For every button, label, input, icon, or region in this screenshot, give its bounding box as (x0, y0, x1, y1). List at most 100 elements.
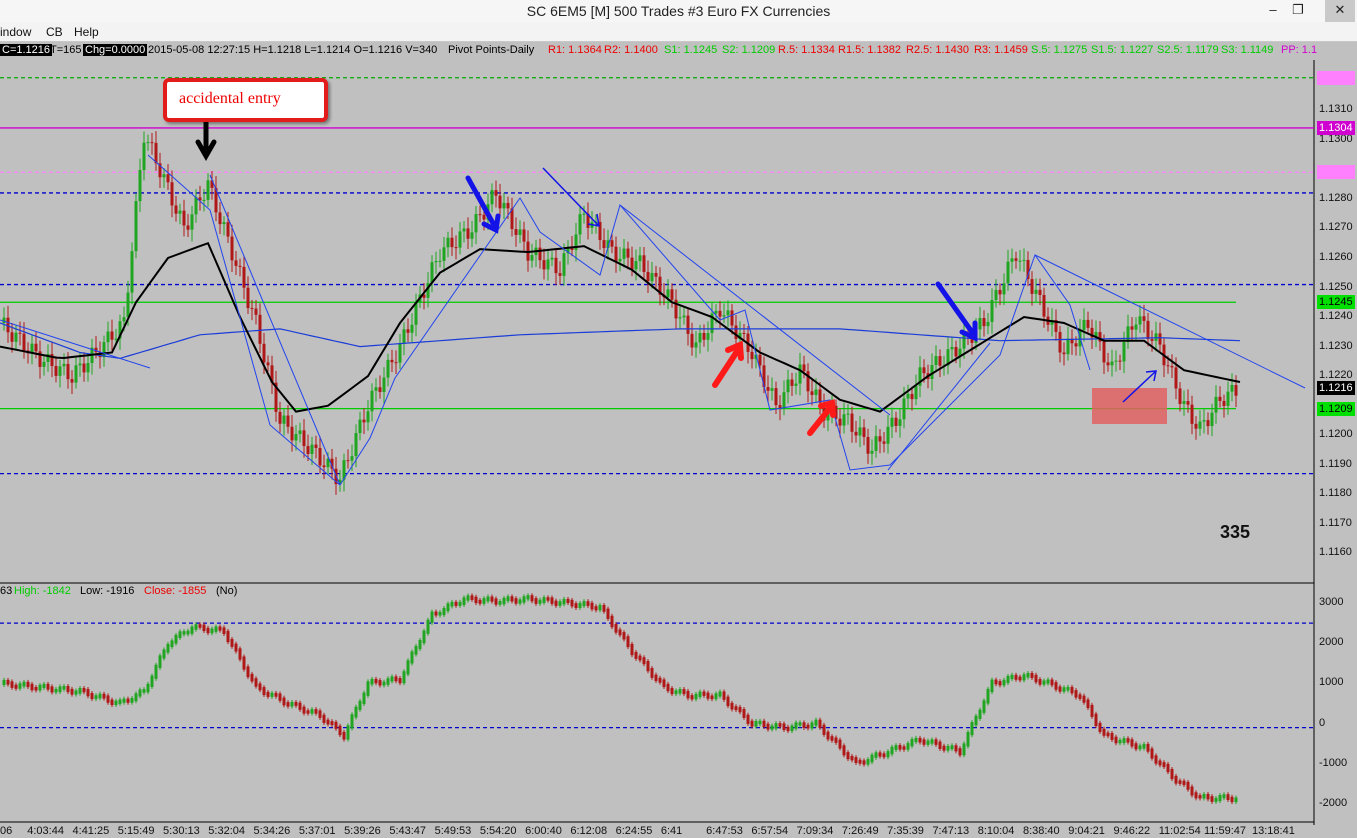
price-candle (1042, 294, 1046, 317)
indicator-candle (10, 681, 14, 688)
chart-canvas[interactable] (0, 60, 1357, 825)
indicator-candle (1082, 695, 1086, 703)
price-candle (694, 342, 698, 348)
price-candle (58, 366, 62, 376)
price-candle (1106, 362, 1110, 366)
pivot-s2: S2: 1.1209 (722, 44, 776, 56)
pivot-r25: R2.5: 1.1430 (906, 44, 969, 56)
price-candle (266, 362, 270, 366)
price-candle (82, 363, 86, 373)
close-button[interactable]: ✕ (1325, 0, 1355, 22)
indicator-candle (970, 722, 974, 736)
price-candle (538, 247, 542, 261)
price-candle (370, 390, 374, 412)
indicator-candle (146, 683, 150, 693)
indicator-candle (278, 693, 282, 701)
window-title: SC 6EM5 [M] 500 Trades #3 Euro FX Curren… (526, 3, 831, 19)
indicator-candle (214, 626, 218, 632)
time-axis-label: 8:10:04 (977, 825, 1015, 837)
indicator-candle (366, 681, 370, 696)
price-candle (102, 342, 106, 358)
indicator-candle (942, 745, 946, 751)
indicator-candle (150, 675, 154, 688)
indicator-candle (98, 693, 102, 699)
restore-button[interactable]: ❐ (1283, 0, 1313, 22)
time-axis-label: 5:39:26 (344, 825, 381, 837)
indicator-candle (1006, 675, 1010, 684)
indicator-candle (1110, 733, 1114, 740)
price-candle (730, 310, 734, 326)
indicator-candle (1234, 797, 1238, 803)
indicator-candle (34, 687, 38, 691)
indicator-candle (202, 624, 206, 632)
indicator-candle (190, 626, 194, 634)
indicator-candle (494, 598, 498, 605)
price-candles (2, 131, 1238, 495)
price-axis-label: 1.1260 (1319, 250, 1353, 263)
indicator-candle (566, 598, 570, 604)
price-candle (478, 214, 482, 216)
price-candle (998, 289, 1002, 295)
price-candle (190, 214, 194, 230)
indicator-high: High: -1842 (14, 585, 71, 597)
price-candle (870, 450, 874, 454)
indicator-candle (1062, 687, 1066, 692)
price-candle (1138, 316, 1142, 325)
indicator-candle (114, 700, 118, 706)
menu-help[interactable]: Help (74, 25, 99, 39)
indicator-candle (218, 626, 222, 631)
indicator-candle (1190, 786, 1194, 796)
indicator-candle (350, 714, 354, 729)
indicator-candle (1210, 796, 1214, 802)
indicator-candle (1046, 679, 1050, 684)
indicator-candle (286, 702, 290, 707)
trendline-downtrend-1 (209, 174, 341, 486)
price-candle (254, 308, 258, 315)
indicator-candle (926, 740, 930, 745)
price-candle (666, 289, 670, 298)
indicator-candle (958, 748, 962, 756)
price-candle (282, 415, 286, 424)
price-axis-label: 1.1170 (1319, 516, 1352, 529)
indicator-candle (186, 630, 190, 635)
indicator-candle (158, 655, 162, 668)
price-candle (1130, 326, 1134, 330)
indicator-candle (710, 695, 714, 700)
indicator-candle (854, 757, 858, 763)
price-tag: 1.1321 (1317, 70, 1355, 85)
time-axis-label: 6:57:54 (751, 825, 789, 837)
indicator-axis-label: 1000 (1319, 676, 1344, 689)
indicator-candle (1138, 745, 1142, 750)
price-candle (1150, 339, 1154, 341)
indicator-axis-label: -1000 (1319, 756, 1348, 769)
price-candle (1182, 401, 1186, 404)
price-candle (298, 430, 302, 435)
price-candle (450, 237, 454, 248)
indicator-candle (754, 721, 758, 727)
indicator-candle (734, 706, 738, 711)
price-candle (774, 388, 778, 406)
menu-cb[interactable]: CB (46, 25, 63, 39)
time-axis-label: 13:18:41 (1252, 825, 1295, 837)
indicator-candle (874, 752, 878, 758)
indicator-candle (466, 595, 470, 601)
indicator-candle (470, 595, 474, 600)
trendline-zigzag (147, 154, 1091, 486)
price-candle (170, 182, 174, 206)
menu-window[interactable]: indow (0, 25, 31, 39)
indicator-candle (298, 702, 302, 710)
indicator-candle (94, 695, 98, 700)
trendline-downtrend-2 (619, 204, 891, 416)
chart-frame (0, 60, 1315, 825)
indicator-candle (138, 689, 142, 697)
price-axis-label: 1.1270 (1319, 221, 1353, 234)
indicator-candle (254, 678, 258, 687)
indicator-candle (182, 631, 186, 635)
indicator-candle (850, 755, 854, 761)
indicator-candle (506, 596, 510, 602)
indicator-candle (302, 706, 306, 714)
indicator-candle (650, 668, 654, 678)
indicator-candle (870, 754, 874, 763)
price-candle (734, 325, 738, 340)
price-candle (234, 260, 238, 266)
